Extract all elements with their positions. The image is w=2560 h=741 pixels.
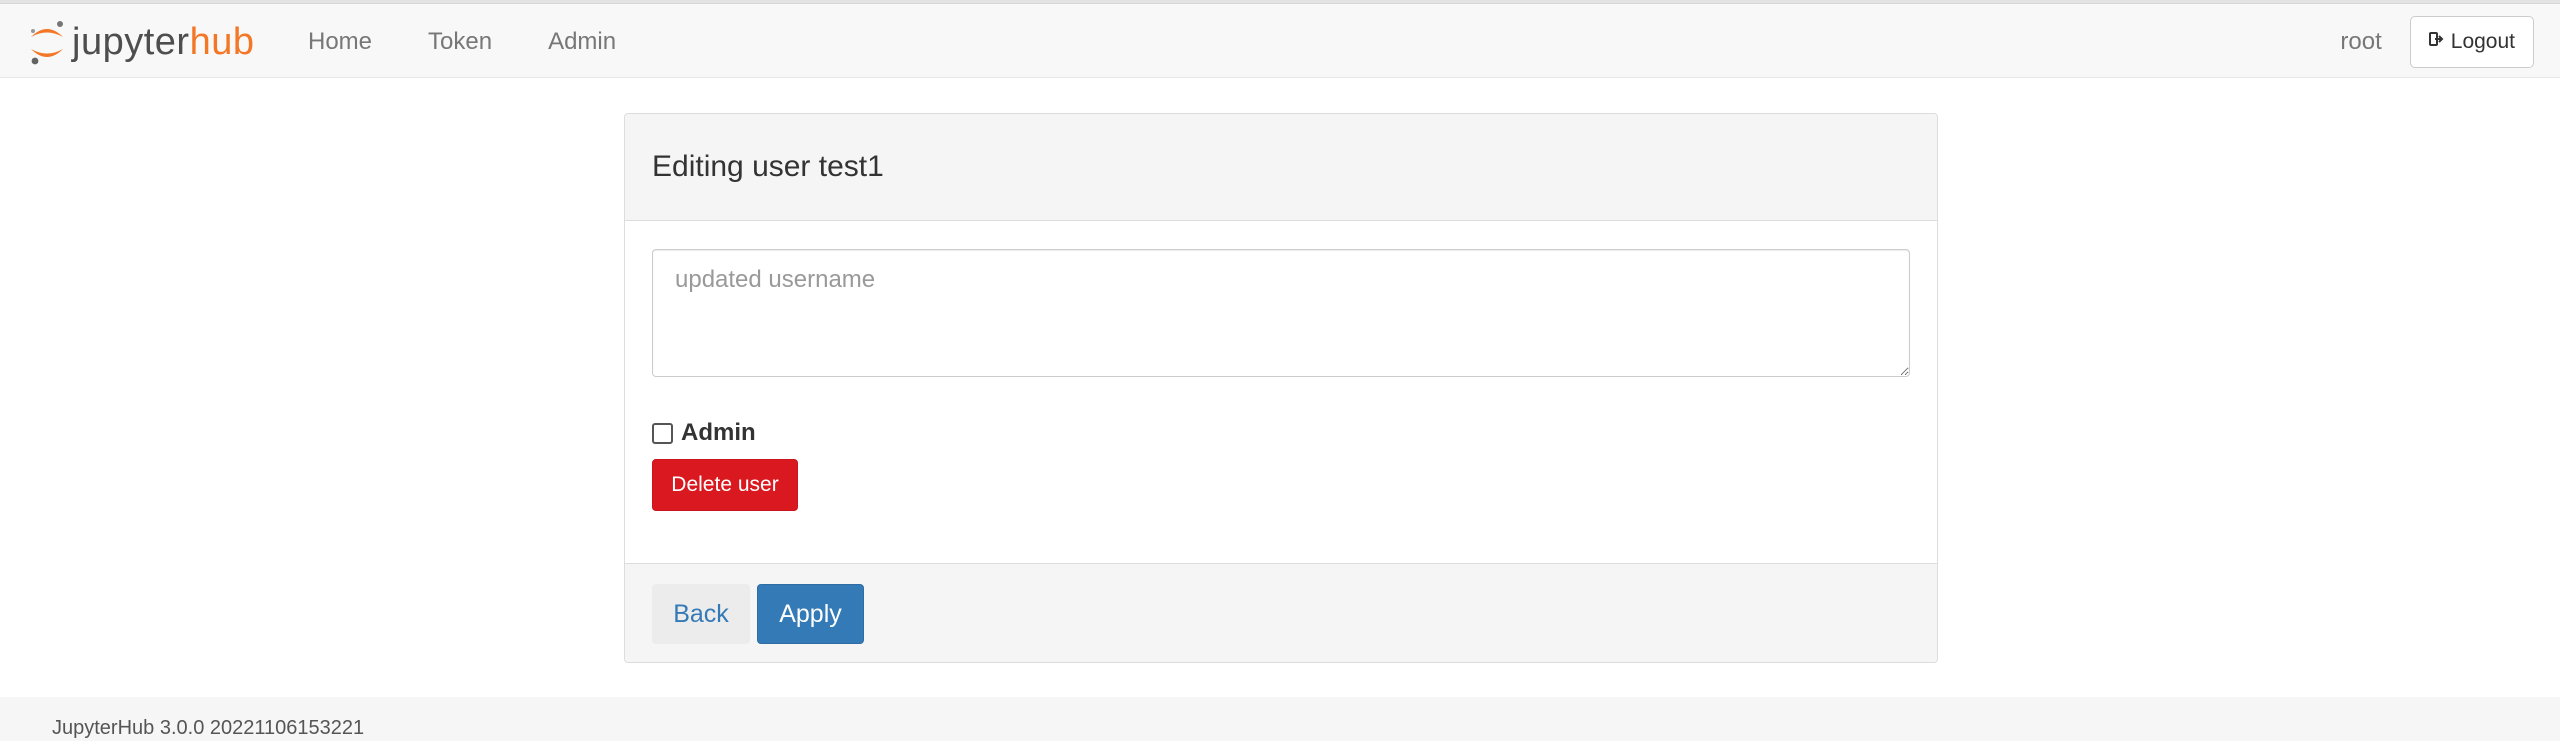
brand-name: jupyterhub xyxy=(72,23,254,61)
edit-user-panel: Editing user test1 Admin Delete user Bac… xyxy=(624,113,1938,663)
admin-checkbox-row[interactable]: Admin xyxy=(652,419,756,447)
logout-button[interactable]: Logout xyxy=(2409,15,2534,68)
username-input[interactable] xyxy=(652,249,1910,377)
sign-out-icon xyxy=(2428,31,2445,52)
nav-link-token[interactable]: Token xyxy=(400,28,520,56)
delete-user-button[interactable]: Delete user xyxy=(652,459,798,511)
nav-links: Home Token Admin xyxy=(290,4,644,79)
page-title: Editing user test1 xyxy=(652,150,884,183)
panel-body: Admin Delete user xyxy=(625,221,1937,563)
admin-checkbox-label[interactable]: Admin xyxy=(681,419,756,447)
panel-heading: Editing user test1 xyxy=(625,114,1937,221)
admin-checkbox[interactable] xyxy=(652,422,673,444)
version-text: JupyterHub 3.0.0 20221106153221 xyxy=(52,717,365,739)
panel-footer: Back Apply xyxy=(625,563,1937,662)
navbar: jupyterhub Home Token Admin root Logout xyxy=(0,3,2560,78)
nav-right: root Logout xyxy=(2340,4,2534,79)
back-button[interactable]: Back xyxy=(652,584,750,644)
nav-link-home[interactable]: Home xyxy=(290,28,400,56)
nav-link-admin[interactable]: Admin xyxy=(520,28,644,56)
current-user: root xyxy=(2340,27,2382,55)
apply-button[interactable]: Apply xyxy=(757,584,864,644)
logout-label: Logout xyxy=(2450,29,2515,53)
brand-hub-text: hub xyxy=(189,21,255,63)
jupyterhub-logo[interactable]: jupyterhub xyxy=(26,14,254,70)
jupyter-logo-icon xyxy=(31,21,63,65)
brand-jupyter-text: jupyter xyxy=(72,21,190,63)
page-footer: JupyterHub 3.0.0 20221106153221 xyxy=(0,697,2560,741)
